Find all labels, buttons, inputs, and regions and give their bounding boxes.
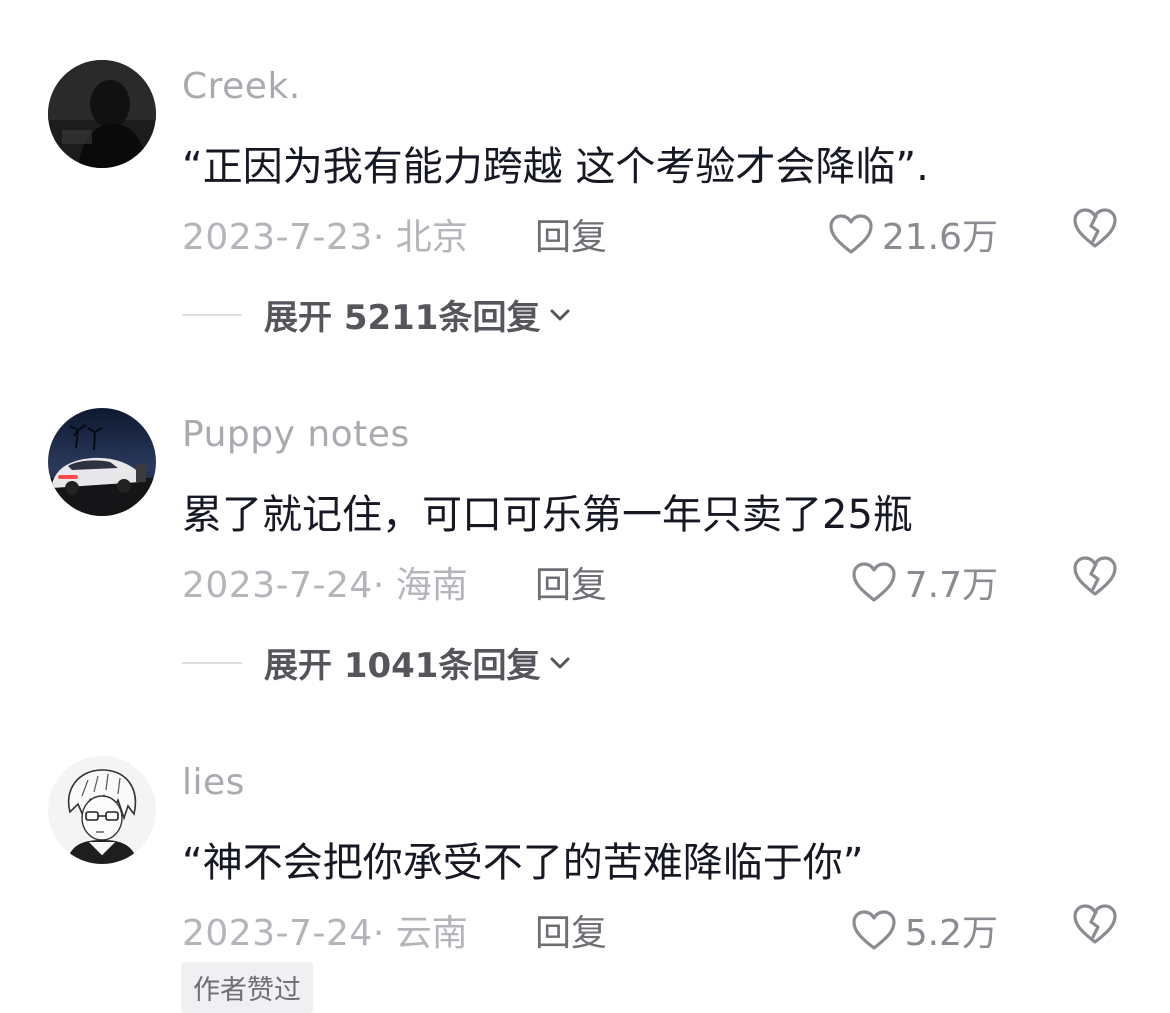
dislike-button[interactable]	[1072, 555, 1118, 597]
expand-replies-label: 展开 5211条回复	[264, 298, 541, 338]
broken-heart-icon	[1073, 208, 1117, 248]
dislike-button[interactable]	[1072, 903, 1118, 945]
chevron-down-icon	[550, 309, 570, 320]
chevron-down-icon	[550, 657, 570, 668]
avatar[interactable]	[48, 60, 156, 168]
comment-meta: 2023-7-24· 海南	[182, 556, 468, 608]
like-button[interactable]: 21.6万	[828, 208, 998, 260]
dark-portrait-avatar-icon	[48, 60, 156, 168]
reply-button[interactable]: 回复	[535, 556, 607, 608]
username[interactable]: Puppy notes	[182, 414, 410, 455]
heart-outline-icon	[852, 910, 896, 950]
expand-replies-label: 展开 1041条回复	[264, 646, 541, 686]
white-sports-car-avatar-icon	[48, 408, 156, 516]
comment-date: 2023-7-23	[182, 217, 373, 258]
author-liked-badge: 作者赞过	[181, 962, 313, 1013]
anime-sketch-boy-avatar-icon	[48, 756, 156, 864]
heart-outline-icon	[852, 562, 896, 602]
comment-date: 2023-7-24	[182, 565, 373, 606]
like-count: 21.6万	[881, 217, 998, 258]
expand-replies-button[interactable]: 展开 1041条回复	[182, 638, 572, 687]
comment-meta: 2023-7-24· 云南	[182, 904, 468, 956]
heart-outline-icon	[829, 214, 873, 254]
comment-text: “正因为我有能力跨越 这个考验才会降临”.	[182, 144, 929, 190]
comment-date: 2023-7-24	[182, 913, 373, 954]
reply-button[interactable]: 回复	[535, 208, 607, 260]
divider-line	[182, 313, 242, 316]
like-button[interactable]: 7.7万	[851, 556, 998, 608]
avatar[interactable]	[48, 408, 156, 516]
broken-heart-icon	[1073, 904, 1117, 944]
expand-replies-button[interactable]: 展开 5211条回复	[182, 290, 572, 339]
divider-line	[182, 661, 242, 664]
username[interactable]: lies	[182, 762, 245, 803]
avatar[interactable]	[48, 756, 156, 864]
like-count: 7.7万	[904, 565, 998, 606]
reply-button[interactable]: 回复	[535, 904, 607, 956]
comment-text: “神不会把你承受不了的苦难降临于你”	[182, 840, 864, 886]
dislike-button[interactable]	[1072, 207, 1118, 249]
comment-meta: 2023-7-23· 北京	[182, 208, 468, 260]
comment-location: · 云南	[372, 913, 468, 954]
like-count: 5.2万	[904, 913, 998, 954]
comment-text: 累了就记住，可口可乐第一年只卖了25瓶	[182, 492, 913, 538]
comment-location: · 北京	[372, 217, 468, 258]
username[interactable]: Creek.	[182, 66, 301, 107]
broken-heart-icon	[1073, 556, 1117, 596]
comment-location: · 海南	[372, 565, 468, 606]
like-button[interactable]: 5.2万	[851, 904, 998, 956]
